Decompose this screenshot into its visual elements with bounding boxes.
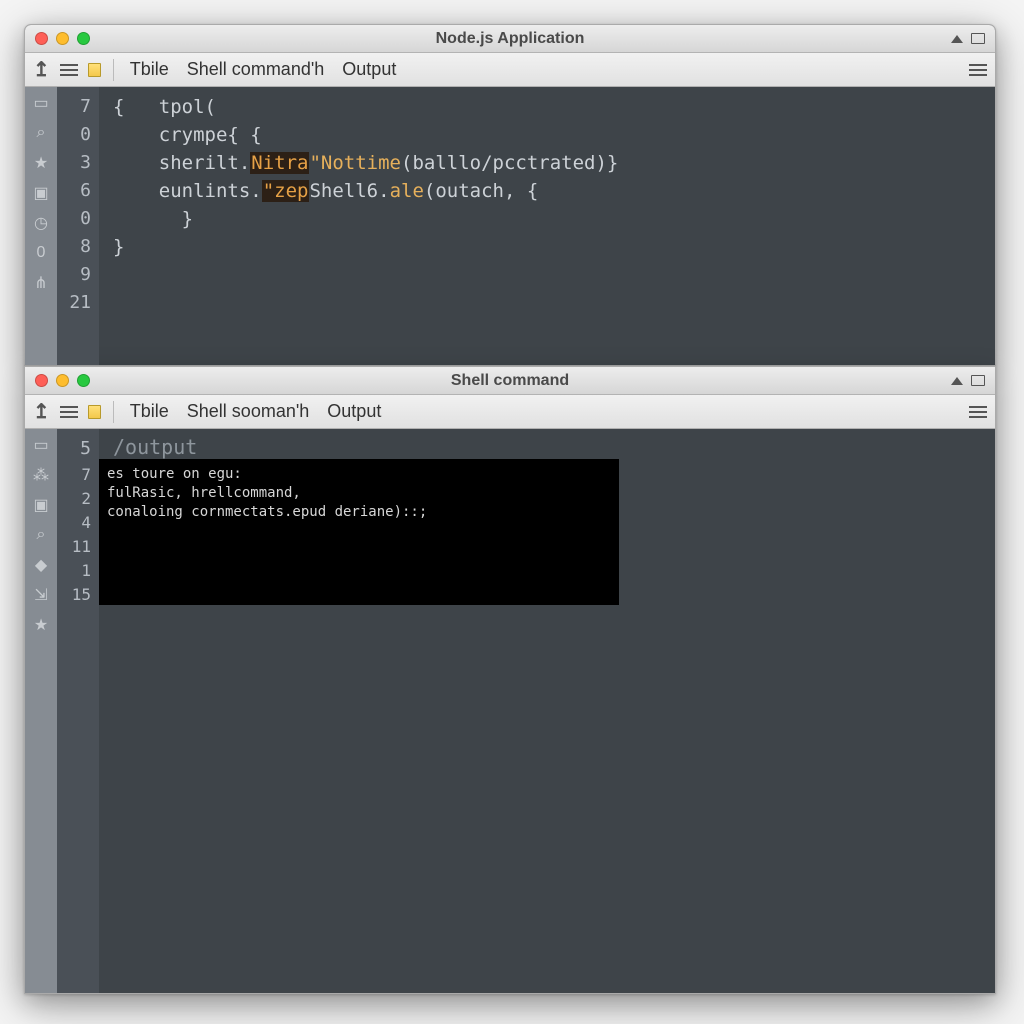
output-area[interactable]: /output es toure on egu: fulRasic, hrell… <box>99 429 995 993</box>
separator <box>113 401 114 423</box>
code-token: (outach, { <box>424 180 538 202</box>
line-number: 0 <box>57 121 91 149</box>
maximize-button[interactable] <box>77 32 90 45</box>
window-mode-icon[interactable] <box>971 375 985 386</box>
toolbar-tab-shell[interactable]: Shell sooman'h <box>183 401 314 422</box>
terminal-output: es toure on egu: fulRasic, hrellcommand,… <box>99 459 619 605</box>
list-icon[interactable] <box>60 64 78 76</box>
toolbar: ↥ Tbile Shell command'h Output <box>25 53 995 87</box>
traffic-lights <box>35 374 90 387</box>
zero-badge[interactable]: 0 <box>32 245 50 261</box>
code-token: sherilt. <box>159 152 251 174</box>
code-token: pcctrated)} <box>493 152 619 174</box>
line-number: 15 <box>57 583 91 607</box>
window-title: Shell command <box>25 372 995 390</box>
code-token: Nitra <box>250 152 309 174</box>
editor-window-shell: Shell command ↥ Tbile Shell sooman'h Out… <box>24 366 996 994</box>
search-icon[interactable]: ⌕ <box>32 125 50 141</box>
line-number: 2 <box>57 487 91 511</box>
close-button[interactable] <box>35 374 48 387</box>
expand-icon[interactable] <box>951 377 963 385</box>
close-button[interactable] <box>35 32 48 45</box>
file-icon[interactable]: ▭ <box>32 95 50 111</box>
line-numbers: 5 7 2 4 11 1 15 <box>57 429 99 993</box>
titlebar[interactable]: Shell command <box>25 367 995 395</box>
maximize-button[interactable] <box>77 374 90 387</box>
code-token: } <box>182 208 193 230</box>
folder-icon[interactable]: ▣ <box>32 497 50 513</box>
line-number: 3 <box>57 149 91 177</box>
code-token: { <box>113 96 124 118</box>
window-title: Node.js Application <box>25 30 995 48</box>
activity-bar: ▭ ⌕ ★ ▣ ◷ 0 ⋔ <box>25 87 57 365</box>
editor-window-nodejs: Node.js Application ↥ Tbile Shell comman… <box>24 24 996 366</box>
traffic-lights <box>35 32 90 45</box>
pulse-icon[interactable]: ⁂ <box>32 467 50 483</box>
history-icon[interactable]: ◷ <box>32 215 50 231</box>
line-number: 0 <box>57 205 91 233</box>
line-number: 8 <box>57 233 91 261</box>
code-token: eunlints. <box>159 180 262 202</box>
minimize-button[interactable] <box>56 32 69 45</box>
line-number: 21 <box>57 289 91 317</box>
line-number: 7 <box>57 93 91 121</box>
line-number: 11 <box>57 535 91 559</box>
search-icon[interactable]: ⌕ <box>32 527 50 543</box>
star-icon[interactable]: ★ <box>32 155 50 171</box>
terminal-line: es toure on egu: <box>107 465 611 484</box>
line-numbers: 7 0 3 6 0 8 9 21 <box>57 87 99 365</box>
output-prompt: /output <box>113 435 985 459</box>
nav-icon[interactable]: ↥ <box>33 57 50 82</box>
code-token: tpol( <box>159 96 216 118</box>
line-number: 7 <box>57 463 91 487</box>
toolbar-tab-shell[interactable]: Shell command'h <box>183 59 329 80</box>
file-badge-icon[interactable] <box>88 63 101 77</box>
minimize-button[interactable] <box>56 374 69 387</box>
file-icon[interactable]: ▭ <box>32 437 50 453</box>
titlebar[interactable]: Node.js Application <box>25 25 995 53</box>
line-number: 5 <box>57 435 91 463</box>
toolbar-tab-file[interactable]: Tbile <box>126 401 173 422</box>
code-token: crympe{ { <box>159 124 262 146</box>
toolbar-tab-file[interactable]: Tbile <box>126 59 173 80</box>
toolbar-tab-output[interactable]: Output <box>323 401 385 422</box>
code-editor[interactable]: { tpol( crympe{ { sherilt.Nitra"Nottime(… <box>99 87 995 365</box>
nav-icon[interactable]: ↥ <box>33 399 50 424</box>
editor-body: ▭ ⌕ ★ ▣ ◷ 0 ⋔ 7 0 3 6 0 8 9 21 { tpol( c… <box>25 87 995 365</box>
file-badge-icon[interactable] <box>88 405 101 419</box>
line-number: 9 <box>57 261 91 289</box>
code-token: Shell6. <box>309 180 389 202</box>
window-mode-icon[interactable] <box>971 33 985 44</box>
separator <box>113 59 114 81</box>
terminal-line: conaloing cornmectats.epud deriane)::; <box>107 503 611 522</box>
toolbar: ↥ Tbile Shell sooman'h Output <box>25 395 995 429</box>
terminal-line: fulRasic, hrellcommand, <box>107 484 611 503</box>
star-icon[interactable]: ★ <box>32 617 50 633</box>
activity-bar: ▭ ⁂ ▣ ⌕ ◆ ⇲ ★ <box>25 429 57 993</box>
line-number: 6 <box>57 177 91 205</box>
menu-icon[interactable] <box>969 406 987 418</box>
code-token: "Nottime <box>309 152 401 174</box>
export-icon[interactable]: ⇲ <box>32 587 50 603</box>
anchor-icon[interactable]: ⋔ <box>32 275 50 291</box>
editor-body: ▭ ⁂ ▣ ⌕ ◆ ⇲ ★ 5 7 2 4 11 1 15 /output es… <box>25 429 995 993</box>
code-token: } <box>113 236 124 258</box>
line-number: 4 <box>57 511 91 535</box>
line-number: 1 <box>57 559 91 583</box>
expand-icon[interactable] <box>951 35 963 43</box>
code-token: "zep <box>262 180 310 202</box>
code-token: (balllo <box>401 152 481 174</box>
toolbar-tab-output[interactable]: Output <box>338 59 400 80</box>
tag-icon[interactable]: ◆ <box>32 557 50 573</box>
menu-icon[interactable] <box>969 64 987 76</box>
code-token: ale <box>390 180 424 202</box>
folder-icon[interactable]: ▣ <box>32 185 50 201</box>
list-icon[interactable] <box>60 406 78 418</box>
